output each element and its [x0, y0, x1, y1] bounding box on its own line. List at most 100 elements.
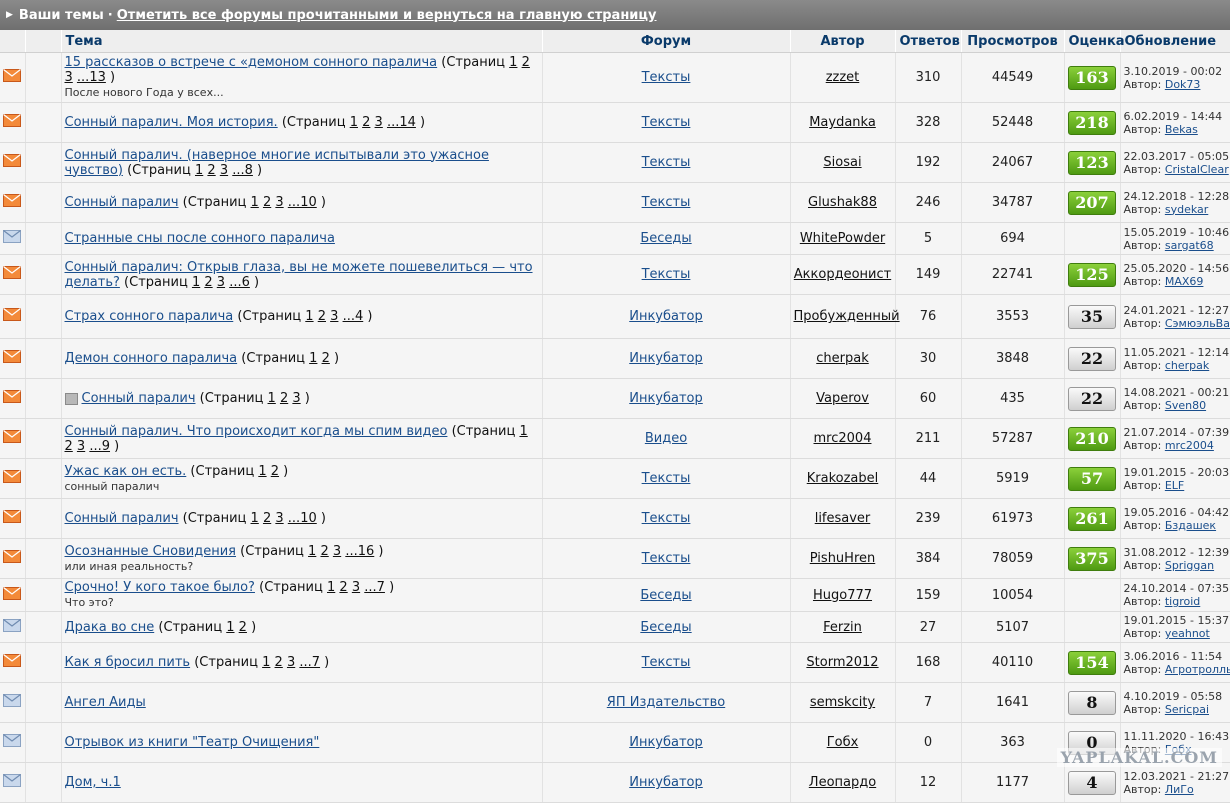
author-link[interactable]: WhitePowder — [800, 231, 885, 246]
page-link[interactable]: 1 — [192, 275, 200, 290]
topic-link[interactable]: Сонный паралич — [82, 391, 196, 406]
author-link[interactable]: semskcity — [810, 695, 875, 710]
forum-link[interactable]: Беседы — [640, 620, 691, 635]
author-link[interactable]: cherpak — [816, 351, 868, 366]
table-row[interactable]: Осознанные Сновидения (Страниц 1 2 3 ...… — [0, 538, 1230, 579]
page-link[interactable]: 1 — [268, 391, 276, 406]
forum-link[interactable]: Тексты — [642, 70, 691, 85]
table-row[interactable]: Срочно! У кого такое было? (Страниц 1 2 … — [0, 578, 1230, 612]
forum-link[interactable]: Тексты — [642, 511, 691, 526]
updated-author-link[interactable]: MAX69 — [1165, 275, 1204, 288]
table-row[interactable]: Ужас как он есть. (Страниц 1 2 ) сонный п… — [0, 458, 1230, 499]
forum-link[interactable]: Инкубатор — [629, 775, 703, 790]
table-row[interactable]: Сонный паралич (Страниц 1 2 3 ...10 ) Тек… — [0, 498, 1230, 539]
topic-link[interactable]: Сонный паралич — [65, 511, 179, 526]
page-link[interactable]: ...8 — [232, 163, 253, 178]
page-link[interactable]: 2 — [263, 511, 271, 526]
page-link[interactable]: 3 — [77, 439, 85, 454]
table-row[interactable]: Сонный паралич. Что происходит когда мы … — [0, 418, 1230, 459]
author-link[interactable]: Krakozabel — [807, 471, 879, 486]
topic-link[interactable]: Демон сонного паралича — [65, 351, 238, 366]
topic-link[interactable]: Срочно! У кого такое было? — [65, 580, 255, 595]
page-link[interactable]: 2 — [280, 391, 288, 406]
page-link[interactable]: ...4 — [343, 309, 364, 324]
page-link[interactable]: 3 — [220, 163, 228, 178]
page-link[interactable]: 1 — [350, 115, 358, 130]
page-link[interactable]: ...10 — [288, 511, 317, 526]
page-link[interactable]: 1 — [262, 655, 270, 670]
page-link[interactable]: ...10 — [288, 195, 317, 210]
page-link[interactable]: 1 — [327, 580, 335, 595]
page-link[interactable]: 2 — [271, 464, 279, 479]
forum-link[interactable]: ЯП Издательство — [607, 695, 725, 710]
page-link[interactable]: 1 — [258, 464, 266, 479]
table-row[interactable]: Отрывок из книги "Театр Очищения" Инкубат… — [0, 722, 1230, 763]
author-link[interactable]: Vaperov — [816, 391, 869, 406]
page-link[interactable]: ...9 — [89, 439, 110, 454]
table-row[interactable]: Сонный паралич (Страниц 1 2 3 ...10 ) Тек… — [0, 182, 1230, 223]
author-link[interactable]: Storm2012 — [806, 655, 878, 670]
page-link[interactable]: 1 — [519, 424, 527, 439]
author-link[interactable]: Ferzin — [823, 620, 862, 635]
page-link[interactable]: 2 — [322, 351, 330, 366]
page-link[interactable]: 2 — [263, 195, 271, 210]
page-link[interactable]: 2 — [65, 439, 73, 454]
table-row[interactable]: Дом, ч.1 Инкубатор Леопардо 12 1177 4 12.03.20… — [0, 762, 1230, 803]
header-updated[interactable]: Обновление — [1120, 30, 1230, 53]
table-row[interactable]: Страх сонного паралича (Страниц 1 2 3 ..… — [0, 294, 1230, 339]
updated-author-link[interactable]: CristalClear — [1165, 163, 1229, 176]
topic-link[interactable]: Странные сны после сонного паралича — [65, 231, 335, 246]
page-link[interactable]: 1 — [251, 195, 259, 210]
updated-author-link[interactable]: ЛиГо — [1165, 783, 1194, 796]
page-link[interactable]: 2 — [207, 163, 215, 178]
page-link[interactable]: 3 — [352, 580, 360, 595]
page-link[interactable]: ...13 — [77, 70, 106, 85]
forum-link[interactable]: Тексты — [642, 267, 691, 282]
forum-link[interactable]: Тексты — [642, 115, 691, 130]
topic-link[interactable]: 15 рассказов о встрече с «демоном сонног… — [65, 55, 438, 70]
author-link[interactable]: Аккордеонист — [794, 267, 891, 282]
table-row[interactable]: Драка во сне (Страниц 1 2 ) Беседы Ferzin 2… — [0, 611, 1230, 643]
page-link[interactable]: 2 — [275, 655, 283, 670]
page-link[interactable]: 3 — [275, 511, 283, 526]
page-link[interactable]: 2 — [362, 115, 370, 130]
updated-author-link[interactable]: Bekas — [1165, 123, 1198, 136]
forum-link[interactable]: Тексты — [642, 471, 691, 486]
updated-author-link[interactable]: sargat68 — [1165, 239, 1214, 252]
forum-link[interactable]: Тексты — [642, 551, 691, 566]
table-row[interactable]: Сонный паралич. (наверное многие испытыв… — [0, 142, 1230, 183]
forum-link[interactable]: Инкубатор — [629, 309, 703, 324]
topic-link[interactable]: Осознанные Сновидения — [65, 544, 237, 559]
forum-link[interactable]: Беседы — [640, 231, 691, 246]
forum-link[interactable]: Тексты — [642, 655, 691, 670]
header-views[interactable]: Просмотров — [961, 30, 1065, 53]
table-row[interactable]: Ангел Аиды ЯП Издательство semskcity 7 1641 8… — [0, 682, 1230, 723]
topic-link[interactable]: Отрывок из книги "Театр Очищения" — [65, 735, 320, 750]
page-link[interactable]: 3 — [375, 115, 383, 130]
updated-author-link[interactable]: Агротролль — [1165, 663, 1230, 676]
header-topic[interactable]: Тема — [61, 30, 543, 53]
header-replies[interactable]: Ответов — [895, 30, 962, 53]
page-link[interactable]: 1 — [251, 511, 259, 526]
page-link[interactable]: 3 — [292, 391, 300, 406]
topic-link[interactable]: Дом, ч.1 — [65, 775, 121, 790]
forum-link[interactable]: Инкубатор — [629, 391, 703, 406]
author-link[interactable]: Glushak88 — [808, 195, 877, 210]
updated-author-link[interactable]: sydekar — [1165, 203, 1208, 216]
forum-link[interactable]: Беседы — [640, 588, 691, 603]
author-link[interactable]: Siosai — [823, 155, 861, 170]
updated-author-link[interactable]: cherpak — [1165, 359, 1209, 372]
author-link[interactable]: Hugo777 — [813, 588, 872, 603]
page-link[interactable]: 3 — [287, 655, 295, 670]
page-link[interactable]: ...7 — [299, 655, 320, 670]
page-link[interactable]: ...14 — [387, 115, 416, 130]
updated-author-link[interactable]: Dok73 — [1165, 78, 1201, 91]
topic-link[interactable]: Драка во сне — [65, 620, 155, 635]
topic-link[interactable]: Ангел Аиды — [65, 695, 146, 710]
author-link[interactable]: Maydanka — [809, 115, 876, 130]
updated-author-link[interactable]: Sericpai — [1165, 703, 1209, 716]
page-link[interactable]: 3 — [217, 275, 225, 290]
page-link[interactable]: 2 — [318, 309, 326, 324]
forum-link[interactable]: Тексты — [642, 155, 691, 170]
page-link[interactable]: 2 — [339, 580, 347, 595]
